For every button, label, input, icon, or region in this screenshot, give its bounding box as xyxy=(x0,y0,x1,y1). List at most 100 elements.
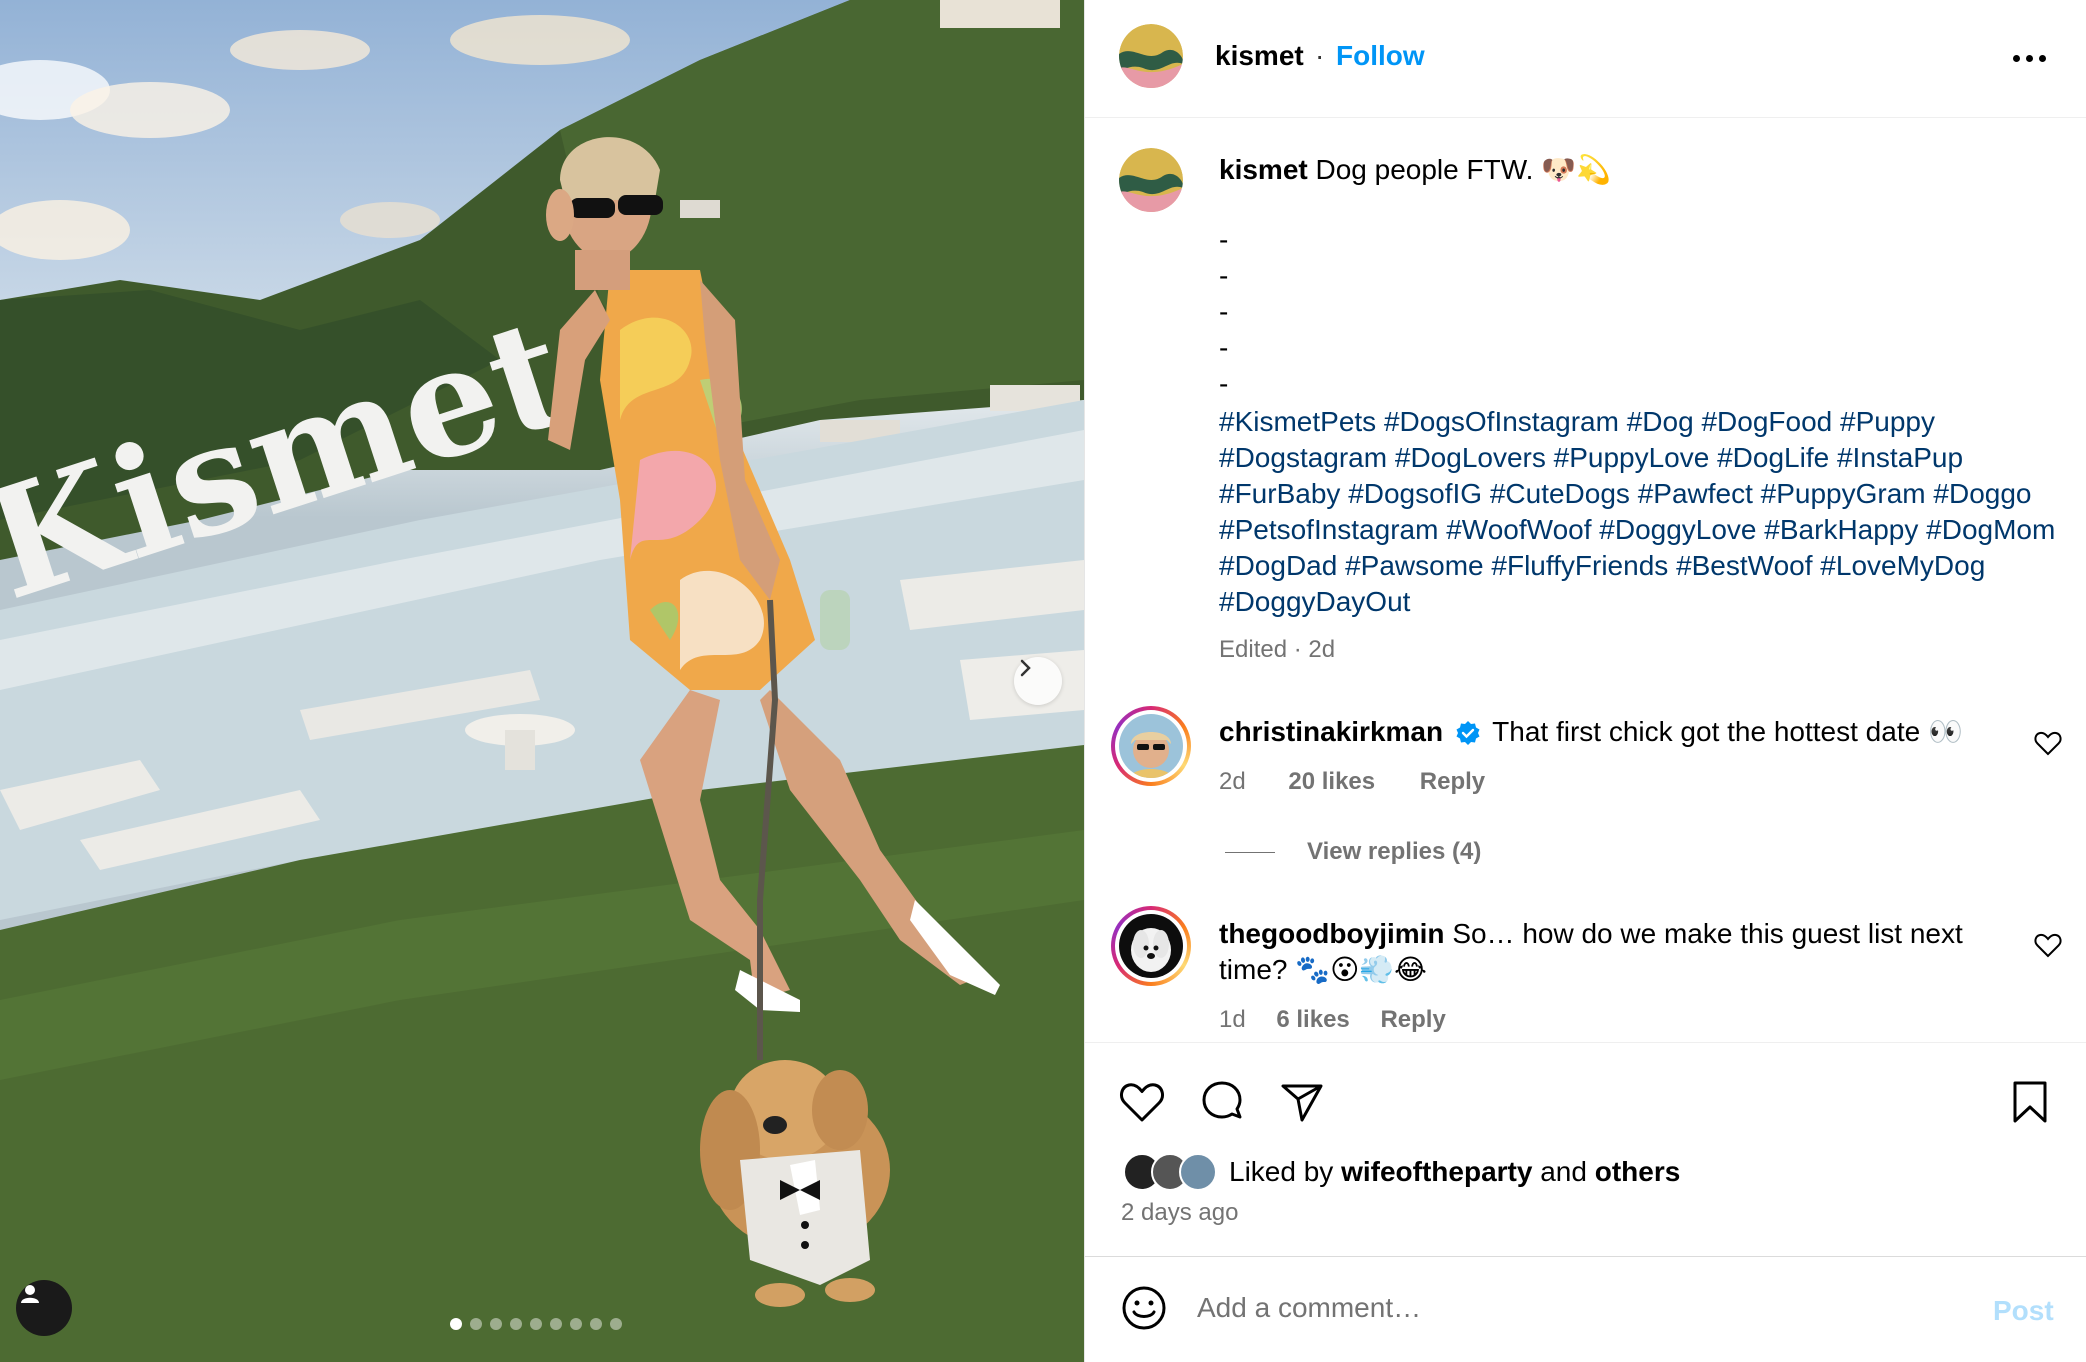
hashtag-link[interactable]: #DogsofIG xyxy=(1348,478,1482,509)
hashtag-link[interactable]: #WoofWoof xyxy=(1446,514,1591,545)
hashtag-link[interactable]: #DoggyLove xyxy=(1599,514,1756,545)
hashtag-link[interactable]: #InstaPup xyxy=(1837,442,1963,473)
user-icon xyxy=(21,1285,39,1303)
hashtag-link[interactable]: #PuppyLove xyxy=(1554,442,1710,473)
caption-text: Dog people FTW. 🐶💫 xyxy=(1315,154,1611,185)
liked-by-others[interactable]: others xyxy=(1595,1156,1681,1188)
hashtag-link[interactable]: #PuppyGram xyxy=(1761,478,1926,509)
comment-item: thegoodboyjimin So… how do we make this … xyxy=(1219,916,1999,988)
caption-dash: - xyxy=(1219,368,1229,399)
dog-avatar-icon xyxy=(1119,914,1183,978)
chevron-right-icon xyxy=(1020,659,1031,677)
follow-button[interactable]: Follow xyxy=(1336,40,1425,72)
comment-text: That first chick got the hottest date 👀 xyxy=(1492,716,1963,747)
emoji-icon[interactable] xyxy=(1119,1283,1169,1333)
commenter-avatar-story-ring[interactable] xyxy=(1111,706,1191,786)
view-replies-button[interactable]: View replies (4) xyxy=(1225,838,1481,866)
carousel-dot xyxy=(510,1318,522,1330)
hashtag-link[interactable]: #DogFood xyxy=(1701,406,1832,437)
caption-dash: - xyxy=(1219,260,1229,291)
caption-edited-meta: Edited · 2d xyxy=(1219,636,1336,663)
separator-dot: · xyxy=(1315,40,1325,71)
share-icon[interactable] xyxy=(1277,1077,1327,1127)
post-comment-button[interactable]: Post xyxy=(1993,1295,2054,1327)
liked-by-user[interactable]: wifeoftheparty xyxy=(1341,1156,1532,1188)
hashtag-link[interactable]: #BestWoof xyxy=(1676,550,1812,581)
hashtag-link[interactable]: #DogLovers xyxy=(1395,442,1546,473)
comment-time: 2d xyxy=(1219,768,1246,795)
hashtag-link[interactable]: #DogLife xyxy=(1717,442,1829,473)
hashtag-link[interactable]: #FurBaby xyxy=(1219,478,1340,509)
like-comment-heart-icon[interactable] xyxy=(2033,930,2063,960)
avatar-photo-icon xyxy=(1119,714,1183,778)
carousel-dot xyxy=(610,1318,622,1330)
caption-dash: - xyxy=(1219,296,1229,327)
caption: kismet Dog people FTW. 🐶💫 xyxy=(1219,152,2039,188)
like-comment-heart-icon[interactable] xyxy=(2033,728,2063,758)
view-replies-label: View replies (4) xyxy=(1307,838,1482,865)
carousel-dot xyxy=(570,1318,582,1330)
post-header: kismet · Follow xyxy=(1085,0,2086,118)
hashtag-link[interactable]: #Puppy xyxy=(1840,406,1935,437)
bookmark-icon[interactable] xyxy=(2005,1077,2055,1127)
liked-by-avatars xyxy=(1123,1153,1219,1191)
author-username[interactable]: kismet xyxy=(1215,40,1304,72)
caption-dash: - xyxy=(1219,224,1229,255)
comment-meta: 1d 6 likes Reply xyxy=(1219,1006,1446,1034)
hashtag-link[interactable]: #KismetPets xyxy=(1219,406,1376,437)
caption-username[interactable]: kismet xyxy=(1219,154,1308,185)
commenter-avatar xyxy=(1119,914,1183,978)
comment-item: christinakirkman That first chick got th… xyxy=(1219,714,1999,750)
comment-time: 1d xyxy=(1219,1006,1246,1033)
carousel-dot xyxy=(590,1318,602,1330)
hashtag-link[interactable]: #BarkHappy xyxy=(1764,514,1918,545)
comment-likes[interactable]: 20 likes xyxy=(1288,768,1375,795)
comment-input[interactable] xyxy=(1197,1283,1937,1333)
author-avatar[interactable] xyxy=(1119,24,1183,88)
comment-meta: 2d 20 likes Reply xyxy=(1219,768,1485,796)
more-options-button[interactable] xyxy=(2005,40,2053,76)
commenter-avatar-story-ring[interactable] xyxy=(1111,906,1191,986)
liked-by: Liked by wifeoftheparty and others xyxy=(1123,1153,1680,1191)
carousel-dot xyxy=(530,1318,542,1330)
hashtag-link[interactable]: #PetsofInstagram xyxy=(1219,514,1438,545)
hashtag-link[interactable]: #Dogstagram xyxy=(1219,442,1387,473)
comment-likes[interactable]: 6 likes xyxy=(1276,1006,1349,1033)
hashtag-link[interactable]: #CuteDogs xyxy=(1490,478,1630,509)
hashtag-link[interactable]: #DoggyDayOut xyxy=(1219,586,1410,617)
hashtag-link[interactable]: #Doggo xyxy=(1933,478,2031,509)
commenter-avatar xyxy=(1119,714,1183,778)
liked-by-and: and xyxy=(1540,1156,1587,1187)
kismet-logo-icon xyxy=(1119,148,1183,212)
tagged-users-button[interactable] xyxy=(16,1280,72,1336)
reply-button[interactable]: Reply xyxy=(1380,1006,1445,1033)
caption-dash: - xyxy=(1219,332,1229,363)
comment-icon[interactable] xyxy=(1197,1077,1247,1127)
hashtag-link[interactable]: #Pawfect xyxy=(1638,478,1753,509)
carousel-indicator xyxy=(450,1318,622,1330)
verified-badge-icon xyxy=(1456,721,1480,745)
heart-icon[interactable] xyxy=(1117,1077,1167,1127)
replies-divider xyxy=(1225,851,1275,853)
reply-button[interactable]: Reply xyxy=(1420,768,1485,795)
comment-username[interactable]: thegoodboyjimin xyxy=(1219,918,1445,949)
carousel-dot xyxy=(450,1318,462,1330)
post-time-ago: 2 days ago xyxy=(1121,1199,1239,1226)
hashtag-link[interactable]: #DogsOfInstagram xyxy=(1384,406,1619,437)
photo-scene: Kismet xyxy=(0,0,1084,1362)
hashtag-link[interactable]: #FluffyFriends xyxy=(1491,550,1668,581)
more-dot-icon xyxy=(2025,54,2033,62)
carousel-dot xyxy=(470,1318,482,1330)
post-image[interactable]: Kismet xyxy=(0,0,1084,1362)
next-image-button[interactable] xyxy=(1014,657,1062,705)
hashtag-link[interactable]: #DogDad xyxy=(1219,550,1337,581)
hashtag-link[interactable]: #Dog xyxy=(1627,406,1694,437)
liker-avatar xyxy=(1179,1153,1217,1191)
hashtag-link[interactable]: #DogMom xyxy=(1926,514,2055,545)
hashtag-link[interactable]: #LoveMyDog xyxy=(1820,550,1985,581)
hashtag-link[interactable]: #Pawsome xyxy=(1345,550,1484,581)
comment-username[interactable]: christinakirkman xyxy=(1219,716,1443,747)
caption-author-avatar[interactable] xyxy=(1119,148,1183,212)
add-comment-bar: Post xyxy=(1085,1256,2086,1362)
carousel-dot xyxy=(550,1318,562,1330)
